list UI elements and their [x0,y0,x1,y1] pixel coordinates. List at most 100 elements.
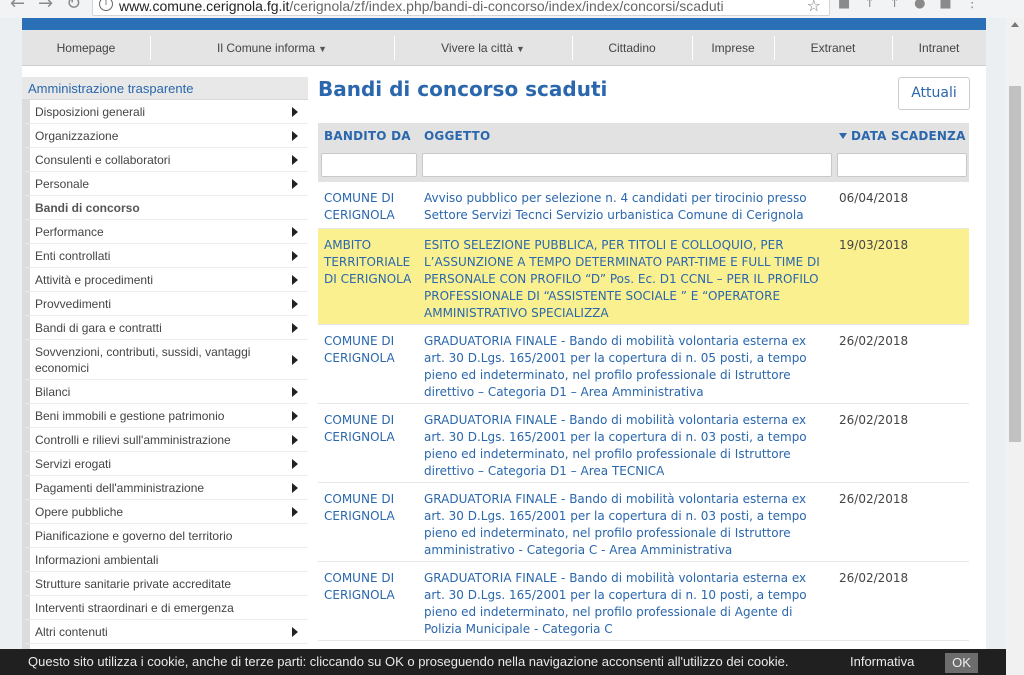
cell-oggetto-link[interactable]: ESITO SELEZIONE PUBBLICA, PER TITOLI E C… [424,237,829,322]
cell-bandito-da: COMUNE DI CERIGNOLA [324,571,395,602]
column-header-data-scadenza[interactable]: DATA SCADENZA [839,129,966,143]
cookie-ok-button[interactable]: OK [945,653,978,673]
scrollbar-thumb[interactable] [1009,86,1021,442]
cell-oggetto-link[interactable]: GRADUATORIA FINALE - Bando di mobilità v… [424,491,829,559]
cell-bandito-da: COMUNE DI CERIGNOLA [324,334,395,365]
filter-data-scadenza-input[interactable] [837,153,967,177]
sidebar-item-label: Organizzazione [35,129,119,143]
table-row[interactable]: COMUNE DI CERIGNOLA GRADUATORIA FINALE - … [318,325,969,404]
chevron-right-icon [292,506,298,517]
nav-cittadino[interactable]: Cittadino [572,30,692,66]
nav-imprese[interactable]: Imprese [692,30,774,66]
sidebar-item[interactable]: Organizzazione [22,124,308,148]
table-row[interactable]: COMUNE DI CERIGNOLA GRADUATORIA FINALE - … [318,562,969,641]
sidebar-item-label: Beni immobili e gestione patrimonio [35,409,225,423]
sidebar-item[interactable]: Bandi di gara e contratti [22,316,308,340]
cell-oggetto-link[interactable]: GRADUATORIA FINALE - Bando di mobilità v… [424,412,829,480]
sidebar-item[interactable]: Informazioni ambientali [22,548,308,572]
nav-extranet[interactable]: Extranet [774,30,892,66]
sidebar-item[interactable]: Servizi erogati [22,452,308,476]
sidebar-item-label: Interventi straordinari e di emergenza [35,601,234,615]
table-row[interactable]: AMBITO TERRITORIALE DI CERIGNOLA ESITO SE… [318,229,969,325]
cell-bandito-da: COMUNE DI CERIGNOLA [324,413,395,444]
sidebar-item[interactable]: Performance [22,220,308,244]
chevron-right-icon [292,434,298,445]
sidebar-item-label: Consulenti e collaboratori [35,153,171,167]
address-bar[interactable]: i www.comune.cerignola.fg.it/cerignola/z… [92,0,830,16]
sidebar-item[interactable]: Strutture sanitarie private accreditate [22,572,308,596]
chevron-right-icon [292,458,298,469]
sort-desc-icon [839,133,847,139]
sidebar-item[interactable]: Enti controllati [22,244,308,268]
sidebar-item[interactable]: Interventi straordinari e di emergenza [22,596,308,620]
sidebar-item-label: Sovvenzioni, contributi, sussidi, vantag… [35,345,251,375]
sidebar-item[interactable]: Opere pubbliche [22,500,308,524]
cell-data-scadenza: 26/02/2018 [839,571,909,585]
filter-oggetto-input[interactable] [422,153,832,177]
cell-bandito-da: COMUNE DI CERIGNOLA [324,492,395,523]
chevron-right-icon [292,354,298,365]
nav-homepage[interactable]: Homepage [22,30,150,66]
sidebar-item-label: Personale [35,177,90,191]
forward-arrow-icon[interactable]: → [38,0,53,14]
nav-vivere-la-citta[interactable]: Vivere la città ▼ [394,30,572,66]
sidebar-item-label: Bilanci [35,385,71,399]
sidebar-item[interactable]: Sovvenzioni, contributi, sussidi, vantag… [22,340,308,380]
extension-icons[interactable]: ■↑↑●■⋮ [838,0,993,11]
sidebar-item-label: Performance [35,225,104,239]
sidebar-item[interactable]: Bilanci [22,380,308,404]
page-container: Homepage Il Comune informa ▼ Vivere la ci… [22,18,986,675]
sidebar-item[interactable]: Pagamenti dell'amministrazione [22,476,308,500]
chevron-right-icon [292,274,298,285]
cookie-message: Questo sito utilizza i cookie, anche di … [28,654,789,669]
cell-data-scadenza: 26/02/2018 [839,413,909,427]
sidebar-item[interactable]: Personale [22,172,308,196]
sidebar-item[interactable]: Attività e procedimenti [22,268,308,292]
sidebar-item-label: Pagamenti dell'amministrazione [35,481,205,495]
cell-oggetto-link[interactable]: GRADUATORIA FINALE - Bando di mobilità v… [424,570,829,638]
cell-data-scadenza: 26/02/2018 [839,334,909,348]
chevron-right-icon [292,154,298,165]
sidebar-item-label: Controlli e rilievi sull'amministrazione [35,433,231,447]
column-header-bandito-da[interactable]: BANDITO DA [324,129,411,143]
bookmark-star-icon[interactable]: ☆ [807,0,821,15]
nav-il-comune-informa[interactable]: Il Comune informa ▼ [150,30,394,66]
sidebar-item[interactable]: Provvedimenti [22,292,308,316]
sidebar-item-label: Altri contenuti [35,625,108,639]
chevron-right-icon [292,322,298,333]
table-header: BANDITO DA OGGETTO DATA SCADENZA [318,123,969,182]
page-scrollbar[interactable] [1006,18,1024,675]
nav-intranet[interactable]: Intranet [892,30,986,66]
filter-bandito-da-input[interactable] [321,153,417,177]
sidebar-item[interactable]: Altri contenuti [22,620,308,644]
chevron-right-icon [292,178,298,189]
info-icon[interactable]: i [99,0,113,11]
column-header-oggetto[interactable]: OGGETTO [424,129,490,143]
sidebar-item[interactable]: Controlli e rilievi sull'amministrazione [22,428,308,452]
chevron-right-icon [292,226,298,237]
scroll-up-icon[interactable] [1011,22,1019,27]
back-arrow-icon[interactable]: ← [10,0,25,14]
sidebar-item[interactable]: Consulenti e collaboratori [22,148,308,172]
reload-icon[interactable]: ↻ [66,0,81,14]
attuali-button[interactable]: Attuali [898,77,970,110]
chevron-right-icon [292,482,298,493]
sidebar-item-label: Attività e procedimenti [35,273,154,287]
sidebar-item[interactable]: Pianificazione e governo del territorio [22,524,308,548]
cell-oggetto-link[interactable]: Avviso pubblico per selezione n. 4 candi… [424,190,829,224]
table-row[interactable]: COMUNE DI CERIGNOLA GRADUATORIA FINALE - … [318,404,969,483]
sidebar-item[interactable]: Disposizioni generali [22,100,308,124]
sidebar-list: Disposizioni generali Organizzazione Consu… [22,100,308,668]
sidebar-title[interactable]: Amministrazione trasparente [22,77,308,100]
sidebar-item[interactable]: Bandi di concorso [22,196,308,220]
caret-down-icon: ▼ [318,44,327,54]
url-text: www.comune.cerignola.fg.it/cerignola/zf/… [119,0,724,14]
cell-oggetto-link[interactable]: GRADUATORIA FINALE - Bando di mobilità v… [424,333,829,401]
chevron-right-icon [292,626,298,637]
table-row[interactable]: COMUNE DI CERIGNOLA Avviso pubblico per s… [318,182,969,229]
sidebar-item-label: Enti controllati [35,249,111,263]
table-row[interactable]: COMUNE DI CERIGNOLA GRADUATORIA FINALE - … [318,483,969,562]
cell-data-scadenza: 06/04/2018 [839,191,909,205]
cookie-info-link[interactable]: Informativa [850,649,914,675]
sidebar-item[interactable]: Beni immobili e gestione patrimonio [22,404,308,428]
